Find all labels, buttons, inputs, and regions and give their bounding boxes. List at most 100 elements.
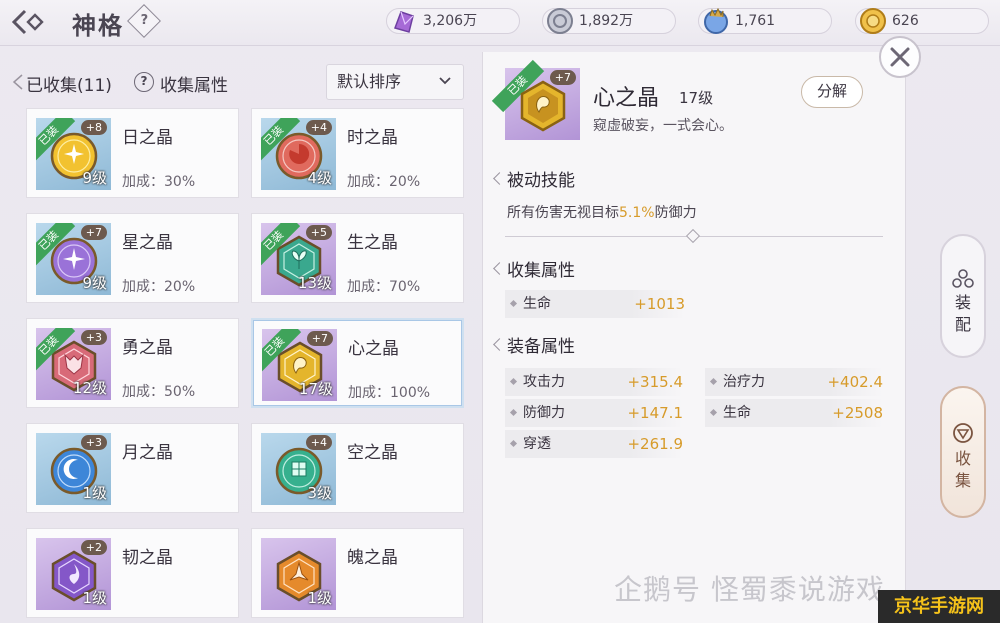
back-arrow-icon [11, 9, 44, 35]
crystal-name: 空之晶 [347, 443, 398, 463]
help-icon: ? [140, 13, 149, 29]
crystal-name: 生之晶 [347, 233, 398, 253]
crystal-level: 1级 [307, 589, 332, 607]
bullet-icon [509, 377, 518, 386]
crystal-name: 心之晶 [348, 339, 399, 359]
crystal-thumbnail: 1级 [261, 538, 336, 610]
crystal-card[interactable]: +4 3级 空之晶 [251, 423, 464, 513]
resource-orb-value: 1,761 [735, 13, 776, 29]
crystal-card[interactable]: +3 1级 月之晶 [26, 423, 239, 513]
collection-help-icon[interactable]: ? [134, 72, 154, 92]
section-arrow-icon [12, 74, 23, 90]
tab-collect-label-2: 集 [954, 471, 971, 490]
close-button[interactable] [879, 36, 921, 78]
decompose-button[interactable]: 分解 [801, 76, 863, 108]
crystal-thumbnail: +4 3级 [261, 433, 336, 505]
section-marker-icon [493, 262, 506, 275]
resource-orb[interactable]: 1,761 [698, 7, 832, 34]
resource-crystal-value: 3,206万 [423, 13, 478, 29]
page-title: 神格 [72, 12, 124, 40]
crystal-thumbnail: 已装 +8 9级 [36, 118, 111, 190]
silver-coin-icon [547, 8, 573, 34]
passive-skill-prefix: 所有伤害无视目标 [507, 205, 619, 221]
crystal-bonus: 加成：20% [347, 174, 421, 190]
passive-skill-text: 所有伤害无视目标5.1%防御力 [507, 202, 697, 222]
equip-attr-row: 防御力 +147.1 [505, 399, 683, 427]
enhance-badge: +7 [306, 331, 333, 346]
crystal-level: 3级 [307, 484, 332, 502]
attr-label: 穿透 [523, 436, 551, 452]
crystal-card[interactable]: 已装 +4 4级 时之晶 加成：20% [251, 108, 464, 198]
crystal-bonus: 加成：20% [122, 279, 196, 295]
crystal-card[interactable]: 已装 +5 13级 生之晶 加成：70% [251, 213, 464, 303]
crystal-thumbnail: 已装 +7 9级 [36, 223, 111, 295]
tab-equip-label-1: 装 [954, 293, 971, 312]
crystal-level: 4级 [307, 169, 332, 187]
enhance-badge: +4 [305, 435, 332, 450]
detail-flavor-text: 窥虚破妄，一式会心。 [593, 118, 733, 134]
crystal-card[interactable]: 已装 +7 17级 心之晶 加成：100% [251, 318, 464, 408]
tab-equip[interactable]: 装 配 [940, 234, 986, 358]
equip-attr-row: 生命 +2508 [705, 399, 883, 427]
bullet-icon [709, 377, 718, 386]
crystal-bonus: 加成：70% [347, 279, 421, 295]
crystal-bonus: 加成：100% [348, 385, 431, 401]
crystal-thumbnail: +3 1级 [36, 433, 111, 505]
back-button[interactable] [8, 6, 48, 38]
crystal-thumbnail: +2 1级 [36, 538, 111, 610]
attr-value: +402.4 [827, 373, 883, 391]
crystal-level: 17级 [298, 380, 333, 398]
gold-coin-icon [860, 8, 886, 34]
section-marker-icon [493, 172, 506, 185]
equip-tab-icon [952, 269, 974, 288]
crystal-card[interactable]: 已装 +3 12级 勇之晶 加成：50% [26, 318, 239, 408]
crystal-card[interactable]: 已装 +7 9级 星之晶 加成：20% [26, 213, 239, 303]
close-icon [890, 47, 910, 67]
crystal-name: 时之晶 [347, 128, 398, 148]
crystal-thumbnail: 已装 +4 4级 [261, 118, 336, 190]
tab-equip-label-2: 配 [954, 315, 971, 334]
bullet-icon [509, 299, 518, 308]
enhance-badge: +3 [80, 330, 107, 345]
tab-collect[interactable]: 收 集 [940, 386, 986, 518]
collect-tab-icon [953, 423, 973, 443]
resource-crystal[interactable]: 3,206万 [386, 8, 520, 34]
sort-dropdown[interactable]: 默认排序 [326, 64, 464, 100]
resource-gold-value: 626 [892, 13, 919, 29]
enhance-badge: +5 [305, 225, 332, 240]
crystal-bonus: 加成：30% [122, 174, 196, 190]
enhance-badge: +8 [80, 120, 107, 135]
detail-title: 心之晶 [593, 86, 660, 111]
blue-orb-icon [704, 7, 728, 34]
watermark-text: 企鹅号 怪蜀黍说游戏 [614, 573, 885, 606]
crystal-card[interactable]: +2 1级 韧之晶 [26, 528, 239, 618]
resource-silver[interactable]: 1,892万 [542, 8, 676, 34]
crystal-level: 12级 [72, 379, 107, 397]
crystal-name: 月之晶 [122, 443, 173, 463]
passive-skill-suffix: 防御力 [654, 205, 697, 221]
crystal-bonus: 加成：50% [122, 384, 196, 400]
enhance-badge: +3 [80, 435, 107, 450]
crystal-name: 日之晶 [122, 128, 173, 148]
detail-panel: 已装 +7 心之晶 17级 窥虚破妄，一式会心。 分解 被动技能 所有伤害无视目… [482, 52, 906, 623]
equip-attr-title: 装备属性 [507, 337, 575, 357]
crystal-level: 9级 [82, 169, 107, 187]
attr-value: +147.1 [627, 404, 683, 422]
crystal-name: 勇之晶 [122, 338, 173, 358]
crystal-card[interactable]: 1级 魄之晶 [251, 528, 464, 618]
divider-diamond-icon [685, 228, 701, 244]
collection-attributes-link[interactable]: 收集属性 [160, 71, 228, 96]
crystal-name: 韧之晶 [122, 548, 173, 568]
help-button[interactable]: ? [127, 4, 161, 38]
crystal-card[interactable]: 已装 +8 9级 日之晶 加成：30% [26, 108, 239, 198]
detail-level: 17级 [679, 89, 714, 107]
attr-value: +1013 [634, 295, 685, 313]
attr-value: +2508 [832, 404, 883, 422]
section-marker-icon [493, 338, 506, 351]
attr-value: +261.9 [627, 435, 683, 453]
resource-gold[interactable]: 626 [855, 8, 989, 34]
crystal-level: 1级 [82, 484, 107, 502]
equip-attr-row: 攻击力 +315.4 [505, 368, 683, 396]
attr-label: 治疗力 [723, 374, 765, 390]
passive-skill-title: 被动技能 [507, 171, 575, 191]
